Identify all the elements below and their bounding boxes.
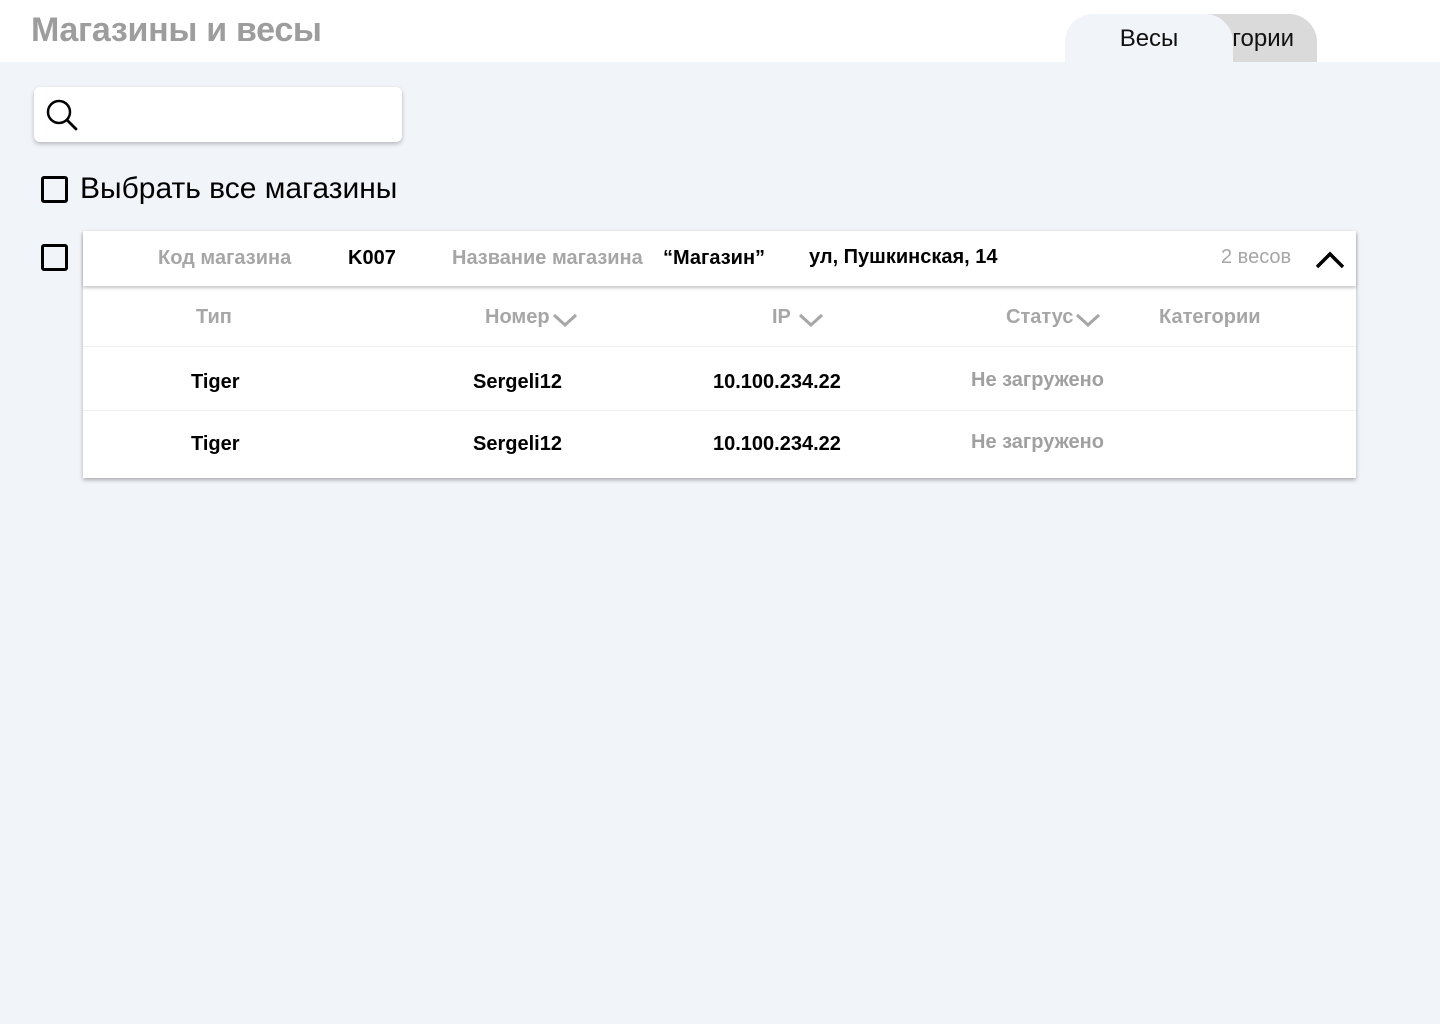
cell-status: Не загружено <box>971 369 1104 391</box>
store-code-label: Код магазина <box>158 247 292 269</box>
store-header[interactable]: Код магазина K007 Название магазина “Маг… <box>83 231 1356 286</box>
column-type: Тип <box>196 306 232 328</box>
cell-type: Tiger <box>191 371 240 393</box>
scales-count: 2 весов <box>1221 246 1292 268</box>
divider <box>83 346 1356 347</box>
store-code: K007 <box>348 247 396 269</box>
page-title: Магазины и весы <box>31 11 322 49</box>
column-status[interactable]: Статус <box>1006 306 1073 329</box>
store-checkbox[interactable] <box>41 244 68 271</box>
search-input[interactable] <box>90 95 390 133</box>
cell-number: Sergeli12 <box>473 433 562 455</box>
cell-ip: 10.100.234.22 <box>713 433 841 455</box>
chevron-down-icon[interactable] <box>552 312 578 328</box>
column-ip[interactable]: IP <box>772 306 791 329</box>
top-bar: Магазины и весы гории Весы <box>0 0 1440 62</box>
store-name-label: Название магазина <box>452 247 643 269</box>
select-all-label: Выбрать все магазины <box>80 172 398 205</box>
store-address: ул, Пушкинская, 14 <box>809 246 998 268</box>
cell-status: Не загружено <box>971 431 1104 453</box>
chevron-down-icon[interactable] <box>798 312 824 328</box>
chevron-down-icon[interactable] <box>1075 312 1101 328</box>
cell-type: Tiger <box>191 433 240 455</box>
select-all-checkbox[interactable] <box>41 176 68 203</box>
divider <box>83 410 1356 411</box>
store-panel: Код магазина K007 Название магазина “Маг… <box>83 231 1356 478</box>
column-categories: Категории <box>1159 306 1261 328</box>
cell-ip: 10.100.234.22 <box>713 371 841 393</box>
search-icon <box>46 99 78 131</box>
store-name: “Магазин” <box>663 247 766 269</box>
chevron-up-icon[interactable] <box>1314 247 1346 271</box>
tab-scales[interactable]: Весы <box>1065 14 1233 62</box>
cell-number: Sergeli12 <box>473 371 562 393</box>
search-box[interactable] <box>34 87 402 142</box>
column-number[interactable]: Номер <box>485 306 550 329</box>
